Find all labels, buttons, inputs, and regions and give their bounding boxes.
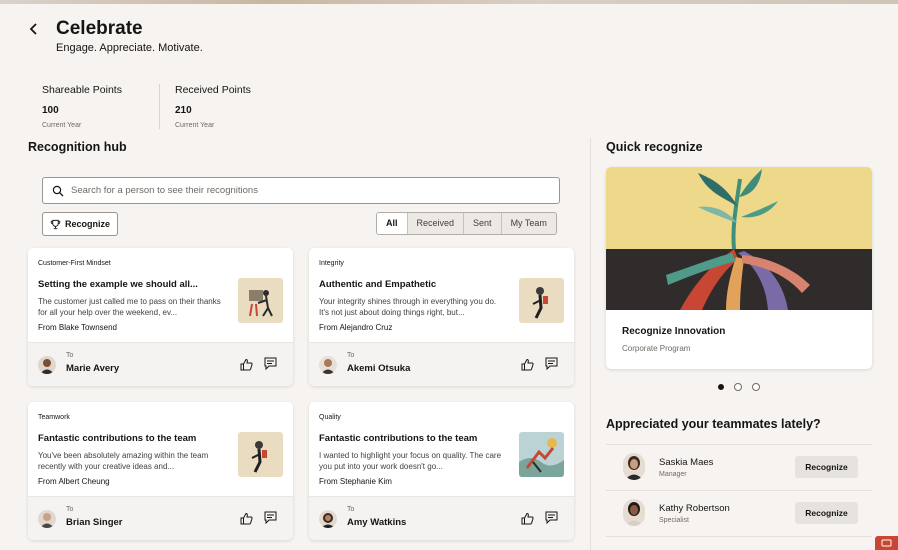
tab-received[interactable]: Received: [406, 213, 464, 234]
points-period: Current Year: [175, 122, 215, 129]
tab-all[interactable]: All: [377, 213, 407, 234]
card-footer: To Marie Avery: [28, 342, 293, 386]
to-label: To: [347, 352, 355, 359]
points-value: 100: [42, 105, 59, 116]
points-value: 210: [175, 105, 192, 116]
avatar: [319, 356, 337, 374]
program-illustration: [606, 167, 872, 310]
card-category: Integrity: [319, 260, 344, 267]
avatar: [38, 510, 56, 528]
chat-launcher-button[interactable]: [875, 536, 898, 550]
column-divider: [590, 138, 591, 550]
teammate-name: Saskia Maes: [659, 457, 714, 468]
thumbs-up-icon[interactable]: [240, 512, 253, 525]
trophy-icon: [50, 219, 61, 229]
shareable-points: Shareable Points 100 Current Year: [42, 84, 159, 129]
recognition-card[interactable]: Customer-First Mindset Setting the examp…: [28, 248, 293, 386]
recognition-hub-title: Recognition hub: [28, 140, 127, 154]
points-label: Received Points: [175, 84, 251, 96]
carousel-pagination: [718, 383, 760, 391]
card-illustration: [519, 278, 564, 323]
card-from: From Blake Townsend: [38, 323, 117, 332]
recognize-button-label: Recognize: [64, 219, 110, 229]
teammates-title: Appreciated your teammates lately?: [606, 417, 821, 431]
thumbs-up-icon[interactable]: [240, 358, 253, 371]
recipient-name: Marie Avery: [66, 363, 120, 374]
thumbs-up-icon[interactable]: [521, 358, 534, 371]
card-body: Your integrity shines through in everyth…: [319, 297, 497, 317]
card-category: Teamwork: [38, 414, 70, 421]
back-button[interactable]: [28, 20, 46, 40]
card-title: Fantastic contributions to the team: [38, 433, 197, 444]
avatar: [38, 356, 56, 374]
received-points: Received Points 210 Current Year: [159, 84, 276, 129]
recognition-card[interactable]: Integrity Authentic and Empathetic Your …: [309, 248, 574, 386]
card-illustration: [519, 432, 564, 477]
avatar: [623, 499, 645, 526]
recognition-card[interactable]: Quality Fantastic contributions to the t…: [309, 402, 574, 540]
thumbs-up-icon[interactable]: [521, 512, 534, 525]
avatar: [623, 453, 645, 480]
teammate-role: Specialist: [659, 517, 689, 524]
program-subtitle: Corporate Program: [622, 344, 691, 353]
search-input[interactable]: [71, 185, 541, 196]
card-body: You've been absolutely amazing within th…: [38, 451, 209, 471]
tab-my-team[interactable]: My Team: [500, 213, 556, 234]
top-decor-strip: [0, 0, 898, 4]
tab-sent[interactable]: Sent: [463, 213, 501, 234]
recognize-teammate-button[interactable]: Recognize: [795, 502, 858, 524]
comment-icon[interactable]: [545, 357, 558, 370]
carousel-dot[interactable]: [734, 383, 742, 391]
filter-tabs: All Received Sent My Team: [376, 212, 557, 235]
card-illustration: [238, 278, 283, 323]
recipient-name: Amy Watkins: [347, 517, 407, 528]
comment-icon[interactable]: [264, 357, 277, 370]
card-body: The customer just called me to pass on t…: [38, 297, 221, 317]
page-subtitle: Engage. Appreciate. Motivate.: [56, 42, 203, 54]
comment-icon[interactable]: [545, 511, 558, 524]
card-category: Quality: [319, 414, 341, 421]
search-box[interactable]: [42, 177, 560, 204]
card-footer: To Brian Singer: [28, 496, 293, 540]
to-label: To: [66, 506, 74, 513]
carousel-dot[interactable]: [752, 383, 760, 391]
points-period: Current Year: [42, 122, 82, 129]
recipient-name: Akemi Otsuka: [347, 363, 411, 374]
recognize-teammate-button[interactable]: Recognize: [795, 456, 858, 478]
program-card[interactable]: Recognize Innovation Corporate Program: [606, 167, 872, 369]
points-label: Shareable Points: [42, 84, 122, 96]
to-label: To: [66, 352, 74, 359]
card-category: Customer-First Mindset: [38, 260, 111, 267]
chat-icon: [881, 539, 892, 547]
recognition-card[interactable]: Teamwork Fantastic contributions to the …: [28, 402, 293, 540]
quick-recognize-title: Quick recognize: [606, 140, 703, 154]
card-title: Fantastic contributions to the team: [319, 433, 478, 444]
card-footer: To Amy Watkins: [309, 496, 574, 540]
card-title: Authentic and Empathetic: [319, 279, 437, 290]
card-from: From Stephanie Kim: [319, 477, 392, 486]
page-title: Celebrate: [56, 18, 143, 39]
carousel-dot[interactable]: [718, 384, 724, 390]
avatar: [319, 510, 337, 528]
card-footer: To Akemi Otsuka: [309, 342, 574, 386]
card-body: I wanted to highlight your focus on qual…: [319, 451, 502, 471]
teammate-row: Saskia Maes Manager Recognize: [606, 444, 872, 490]
chevron-left-icon: [29, 23, 37, 35]
program-title: Recognize Innovation: [622, 326, 726, 337]
points-summary: Shareable Points 100 Current Year Receiv…: [42, 84, 276, 129]
card-title: Setting the example we should all...: [38, 279, 198, 290]
recipient-name: Brian Singer: [66, 517, 123, 528]
teammate-row: [606, 536, 872, 550]
card-illustration: [238, 432, 283, 477]
card-from: From Alejandro Cruz: [319, 323, 393, 332]
search-icon: [52, 185, 64, 196]
to-label: To: [347, 506, 355, 513]
card-from: From Albert Cheung: [38, 477, 110, 486]
teammate-name: Kathy Robertson: [659, 503, 730, 514]
comment-icon[interactable]: [264, 511, 277, 524]
teammate-row: Kathy Robertson Specialist Recognize: [606, 490, 872, 536]
teammate-role: Manager: [659, 471, 687, 478]
recognize-button[interactable]: Recognize: [42, 212, 118, 236]
